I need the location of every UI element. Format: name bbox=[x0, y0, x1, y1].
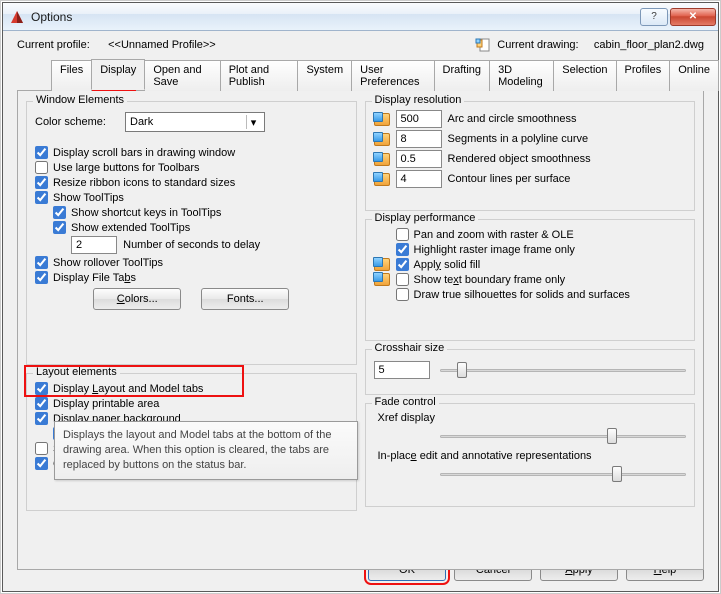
lbl-resize-ribbon: Resize ribbon icons to standard sizes bbox=[53, 177, 235, 189]
fade-title: Fade control bbox=[372, 396, 439, 408]
crosshair-input[interactable]: 5 bbox=[374, 361, 430, 379]
slider-thumb[interactable] bbox=[612, 466, 622, 482]
chk-viewport[interactable] bbox=[35, 457, 48, 470]
tab-profiles[interactable]: Profiles bbox=[616, 60, 671, 91]
lbl-scrollbars: Display scroll bars in drawing window bbox=[53, 147, 235, 159]
chk-rollover[interactable] bbox=[35, 256, 48, 269]
lbl-pan-zoom: Pan and zoom with raster & OLE bbox=[414, 229, 574, 241]
chk-paper-bg[interactable] bbox=[35, 412, 48, 425]
slider-thumb[interactable] bbox=[607, 428, 617, 444]
drum-icon bbox=[374, 113, 390, 126]
lbl-solid-fill: Apply solid fill bbox=[414, 259, 481, 271]
xref-label: Xref display bbox=[378, 412, 687, 424]
lbl-highlight-raster: Highlight raster image frame only bbox=[414, 244, 575, 256]
app-icon bbox=[9, 9, 25, 25]
tab-online[interactable]: Online bbox=[669, 60, 719, 91]
layout-elements-title: Layout elements bbox=[33, 366, 120, 378]
tab-plot-publish[interactable]: Plot and Publish bbox=[220, 60, 299, 91]
lbl-extended-tooltips: Show extended ToolTips bbox=[71, 222, 190, 234]
arc-smoothness-input[interactable]: 500 bbox=[396, 110, 442, 128]
tooltip: Displays the layout and Model tabs at th… bbox=[54, 421, 358, 480]
xref-slider[interactable] bbox=[440, 426, 687, 446]
drum-icon bbox=[374, 258, 390, 271]
drum-icon bbox=[374, 133, 390, 146]
drawing-label: Current drawing: bbox=[497, 39, 578, 51]
lbl-tooltips: Show ToolTips bbox=[53, 192, 124, 204]
drum-icon bbox=[374, 153, 390, 166]
drum-icon bbox=[374, 173, 390, 186]
lbl-arc-smoothness: Arc and circle smoothness bbox=[448, 113, 577, 125]
tab-drafting[interactable]: Drafting bbox=[434, 60, 491, 91]
lbl-delay: Number of seconds to delay bbox=[123, 239, 260, 251]
tab-selection[interactable]: Selection bbox=[553, 60, 616, 91]
crosshair-slider[interactable] bbox=[440, 360, 687, 380]
tab-3d-modeling[interactable]: 3D Modeling bbox=[489, 60, 554, 91]
chk-scrollbars[interactable] bbox=[35, 146, 48, 159]
lbl-polyline-segments: Segments in a polyline curve bbox=[448, 133, 589, 145]
color-scheme-label: Color scheme: bbox=[35, 116, 125, 128]
window-elements-title: Window Elements bbox=[33, 94, 127, 106]
color-scheme-dropdown[interactable]: Dark ▾ bbox=[125, 112, 265, 132]
display-resolution-title: Display resolution bbox=[372, 94, 465, 106]
lbl-large-buttons: Use large buttons for Toolbars bbox=[53, 162, 200, 174]
lbl-shortcut-keys: Show shortcut keys in ToolTips bbox=[71, 207, 221, 219]
display-performance-title: Display performance bbox=[372, 212, 479, 224]
lbl-rollover: Show rollover ToolTips bbox=[53, 257, 163, 269]
lbl-text-boundary: Show text boundary frame only bbox=[414, 274, 566, 286]
fonts-button[interactable]: Fonts... bbox=[201, 288, 289, 310]
edit-slider[interactable] bbox=[440, 464, 687, 484]
profile-value: <<Unnamed Profile>> bbox=[108, 39, 216, 51]
chk-printable[interactable] bbox=[35, 397, 48, 410]
rendered-smoothness-input[interactable]: 0.5 bbox=[396, 150, 442, 168]
tab-system[interactable]: System bbox=[297, 60, 352, 91]
crosshair-title: Crosshair size bbox=[372, 342, 448, 354]
lbl-printable: Display printable area bbox=[53, 398, 159, 410]
tab-open-save[interactable]: Open and Save bbox=[144, 60, 220, 91]
lbl-file-tabs: Display File Tabs bbox=[53, 272, 136, 284]
chk-highlight-raster[interactable] bbox=[396, 243, 409, 256]
drum-icon bbox=[374, 273, 390, 286]
chk-solid-fill[interactable] bbox=[396, 258, 409, 271]
tab-files[interactable]: Files bbox=[51, 60, 92, 91]
close-button[interactable]: ✕ bbox=[670, 8, 716, 26]
colors-button[interactable]: Colors... bbox=[93, 288, 181, 310]
contour-lines-input[interactable]: 4 bbox=[396, 170, 442, 188]
chk-shortcut-keys[interactable] bbox=[53, 206, 66, 219]
color-scheme-value: Dark bbox=[130, 116, 153, 128]
lbl-contour-lines: Contour lines per surface bbox=[448, 173, 571, 185]
chk-pan-zoom[interactable] bbox=[396, 228, 409, 241]
help-button-titlebar[interactable]: ? bbox=[640, 8, 668, 26]
tab-user-prefs[interactable]: User Preferences bbox=[351, 60, 434, 91]
dwg-icon bbox=[475, 37, 491, 53]
lbl-layout-model: Display Layout and Model tabs bbox=[53, 383, 203, 395]
lbl-silhouettes: Draw true silhouettes for solids and sur… bbox=[414, 289, 630, 301]
tooltip-delay-input[interactable]: 2 bbox=[71, 236, 117, 254]
profile-label: Current profile: bbox=[17, 39, 90, 51]
edit-label: In-place edit and annotative representat… bbox=[378, 450, 687, 462]
tab-display[interactable]: Display bbox=[91, 59, 145, 90]
window-title: Options bbox=[31, 10, 640, 24]
chk-file-tabs[interactable] bbox=[35, 271, 48, 284]
chk-silhouettes[interactable] bbox=[396, 288, 409, 301]
chk-large-buttons[interactable] bbox=[35, 161, 48, 174]
chk-text-boundary[interactable] bbox=[396, 273, 409, 286]
chk-resize-ribbon[interactable] bbox=[35, 176, 48, 189]
chevron-down-icon: ▾ bbox=[246, 115, 260, 129]
slider-thumb[interactable] bbox=[457, 362, 467, 378]
chk-extended-tooltips[interactable] bbox=[53, 221, 66, 234]
polyline-segments-input[interactable]: 8 bbox=[396, 130, 442, 148]
chk-page-setup[interactable] bbox=[35, 442, 48, 455]
tabstrip: Files Display Open and Save Plot and Pub… bbox=[3, 53, 718, 90]
drawing-value: cabin_floor_plan2.dwg bbox=[594, 39, 704, 51]
chk-tooltips[interactable] bbox=[35, 191, 48, 204]
lbl-rendered-smoothness: Rendered object smoothness bbox=[448, 153, 591, 165]
chk-layout-model[interactable] bbox=[35, 382, 48, 395]
